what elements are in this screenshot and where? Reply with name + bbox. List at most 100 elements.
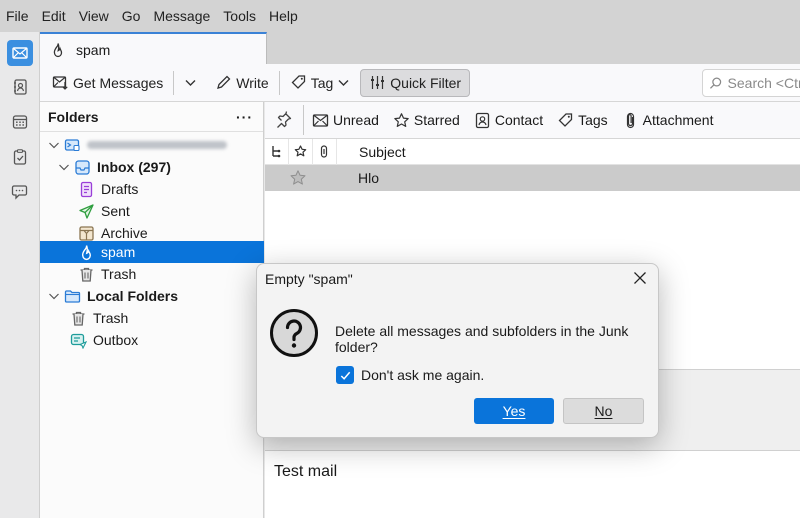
- chevron-down-icon[interactable]: [58, 161, 70, 173]
- tab-spam[interactable]: spam: [40, 32, 267, 65]
- spaces-toolbar: [0, 32, 40, 518]
- folder-sent[interactable]: Sent: [40, 200, 264, 222]
- folder-pane-more-button[interactable]: ···: [236, 109, 253, 125]
- folder-label: spam: [101, 244, 136, 260]
- column-starred[interactable]: [289, 138, 313, 165]
- filter-starred-button[interactable]: Starred: [393, 112, 460, 129]
- column-attachment[interactable]: [313, 138, 337, 165]
- star-icon: [394, 112, 409, 127]
- unread-envelope-icon: [312, 113, 329, 127]
- search-input[interactable]: Search <Ctrl+: [702, 69, 800, 97]
- checkbox-checked[interactable]: [336, 366, 354, 384]
- folder-outbox[interactable]: Outbox: [40, 329, 264, 351]
- space-address-book-button[interactable]: [7, 74, 33, 100]
- yes-button[interactable]: Yes: [474, 398, 554, 424]
- thread-icon: [272, 146, 281, 158]
- menu-file[interactable]: File: [6, 8, 29, 24]
- space-tasks-button[interactable]: [7, 144, 33, 170]
- dont-ask-again-checkbox[interactable]: Don't ask me again.: [336, 366, 484, 384]
- clipboard-check-icon: [13, 149, 27, 165]
- folder-trash[interactable]: Trash: [40, 263, 264, 285]
- filter-label: Attachment: [642, 112, 714, 128]
- contact-icon: [475, 112, 489, 128]
- tag-label: Tag: [310, 74, 334, 91]
- folder-label: Outbox: [93, 332, 139, 348]
- folder-label: Trash: [101, 266, 137, 282]
- tag-icon: [291, 75, 305, 89]
- folder-drafts[interactable]: Drafts: [40, 178, 264, 200]
- write-button[interactable]: Write: [211, 69, 272, 97]
- chat-bubbles-icon: [11, 185, 28, 200]
- drafts-icon: [78, 181, 95, 198]
- folder-label: Trash: [93, 310, 129, 326]
- folder-pane-header: Folders ···: [40, 102, 263, 132]
- folder-local-folders[interactable]: Local Folders: [40, 285, 264, 307]
- pencil-icon: [217, 75, 231, 89]
- star-icon[interactable]: [289, 169, 307, 187]
- folder-pane: Folders ··· Inbox (297) Drafts Sent Arch…: [40, 102, 264, 518]
- write-label: Write: [236, 74, 269, 91]
- space-mail-button[interactable]: [7, 40, 33, 66]
- menu-go[interactable]: Go: [122, 8, 141, 24]
- column-thread[interactable]: [265, 138, 289, 165]
- menu-tools[interactable]: Tools: [223, 8, 256, 24]
- archive-icon: [78, 225, 95, 242]
- spam-flame-icon: [50, 42, 66, 58]
- star-icon: [294, 145, 307, 157]
- tab-label: spam: [76, 41, 111, 58]
- message-subject: Hlo: [358, 170, 380, 186]
- paperclip-icon: [320, 145, 328, 158]
- get-messages-label: Get Messages: [73, 74, 164, 91]
- no-button[interactable]: No: [563, 398, 644, 424]
- filter-unread-button[interactable]: Unread: [312, 112, 379, 129]
- filter-tags-button[interactable]: Tags: [557, 112, 608, 129]
- filter-label: Contact: [494, 112, 544, 128]
- filter-attachment-button[interactable]: Attachment: [622, 112, 714, 129]
- filter-label: Unread: [333, 112, 379, 128]
- tag-button[interactable]: Tag: [286, 69, 357, 97]
- filter-sliders-icon: [371, 76, 385, 89]
- menu-edit[interactable]: Edit: [42, 8, 66, 24]
- chevron-down-icon[interactable]: [48, 290, 60, 302]
- table-row[interactable]: Hlo: [265, 165, 800, 191]
- tag-icon: [558, 112, 573, 127]
- folder-label: Drafts: [101, 181, 139, 197]
- space-calendar-button[interactable]: [7, 109, 33, 135]
- menu-view[interactable]: View: [79, 8, 109, 24]
- envelope-icon: [12, 47, 28, 59]
- get-messages-button[interactable]: Get Messages: [48, 69, 167, 97]
- sent-icon: [78, 203, 95, 220]
- account-mail-icon: [64, 137, 81, 154]
- question-icon: [270, 309, 318, 357]
- pin-icon[interactable]: [275, 111, 293, 129]
- space-chat-button[interactable]: [7, 179, 33, 205]
- column-subject[interactable]: Subject: [359, 144, 406, 160]
- thread-column-header: Subject: [265, 138, 800, 165]
- menu-bar: File Edit View Go Message Tools Help: [0, 0, 800, 32]
- paperclip-icon: [626, 112, 634, 128]
- get-messages-dropdown[interactable]: [180, 69, 201, 97]
- menu-message[interactable]: Message: [153, 8, 210, 24]
- tab-bar: spam: [40, 32, 800, 65]
- folder-account[interactable]: [40, 134, 264, 156]
- dialog-message: Delete all messages and subfolders in th…: [335, 323, 629, 355]
- dialog-title: Empty "spam": [265, 271, 353, 287]
- quick-filter-button[interactable]: Quick Filter: [360, 68, 471, 97]
- chevron-down-icon: [185, 80, 196, 86]
- spam-flame-icon: [78, 244, 95, 261]
- separator: [303, 105, 304, 135]
- folder-local-trash[interactable]: Trash: [40, 307, 264, 329]
- folder-spam[interactable]: spam: [40, 241, 264, 263]
- close-icon[interactable]: [632, 270, 648, 286]
- get-messages-icon: [52, 76, 68, 90]
- yes-label: Yes: [502, 403, 526, 419]
- folder-inbox[interactable]: Inbox (297): [40, 156, 264, 178]
- checkmark-icon: [340, 371, 350, 380]
- checkbox-label: Don't ask me again.: [361, 367, 485, 383]
- chevron-down-icon[interactable]: [48, 139, 60, 151]
- filter-contact-button[interactable]: Contact: [474, 112, 543, 129]
- quick-filter-bar: Unread Starred Contact Tags Attachment: [265, 102, 800, 139]
- menu-help[interactable]: Help: [269, 8, 298, 24]
- calendar-icon: [12, 115, 28, 129]
- folder-icon: [64, 288, 81, 305]
